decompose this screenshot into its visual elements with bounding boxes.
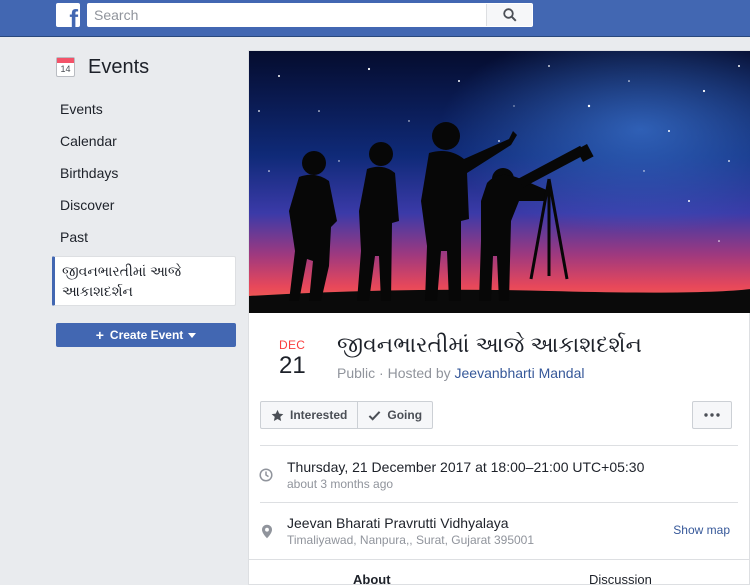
- divider: [260, 445, 738, 446]
- tab-about[interactable]: About: [353, 572, 391, 585]
- calendar-icon: 14: [56, 57, 75, 77]
- more-options-button[interactable]: [692, 401, 732, 429]
- facebook-logo-icon[interactable]: f: [56, 3, 80, 27]
- event-relative-time: about 3 months ago: [287, 477, 394, 491]
- sidebar-item-calendar[interactable]: Calendar: [50, 125, 240, 157]
- hosted-by-label: · Hosted by: [379, 365, 451, 381]
- sidebar-menu: Events Calendar Birthdays Discover Past: [50, 93, 240, 253]
- host-link[interactable]: Jeevanbharti Mandal: [455, 365, 585, 381]
- caret-down-icon: [188, 332, 197, 338]
- checkmark-icon: [369, 410, 381, 421]
- event-address: Timaliyawad, Nanpura,, Surat, Gujarat 39…: [287, 533, 535, 547]
- search-input[interactable]: [88, 4, 488, 26]
- map-pin-icon: [262, 524, 272, 539]
- search-icon: [502, 8, 517, 22]
- ellipsis-icon: [704, 413, 720, 417]
- event-cover-photo[interactable]: [249, 51, 750, 313]
- tab-discussion[interactable]: Discussion: [589, 572, 652, 585]
- sidebar-item-past[interactable]: Past: [50, 221, 240, 253]
- sidebar-title: Events: [88, 55, 150, 78]
- plus-icon: +: [95, 327, 104, 343]
- left-sidebar: 14 Events Events Calendar Birthdays Disc…: [50, 50, 240, 347]
- sidebar-item-discover[interactable]: Discover: [50, 189, 240, 221]
- sidebar-header: 14 Events: [50, 50, 240, 84]
- star-icon: [271, 409, 284, 421]
- rsvp-button-group: Interested Going: [260, 401, 434, 429]
- search-button[interactable]: [486, 4, 532, 26]
- sidebar-item-events[interactable]: Events: [50, 93, 240, 125]
- divider: [260, 502, 738, 503]
- create-event-button[interactable]: + Create Event: [56, 323, 236, 347]
- search-box: [87, 3, 533, 27]
- top-navigation-bar: f: [0, 0, 750, 37]
- event-date-month: DEC: [279, 338, 306, 352]
- sidebar-item-birthdays[interactable]: Birthdays: [50, 157, 240, 189]
- event-privacy: Public: [337, 365, 376, 381]
- event-subtitle: Public · Hosted by Jeevanbharti Mandal: [337, 365, 585, 381]
- tabs-divider: [249, 559, 750, 560]
- event-date-day: 21: [279, 352, 306, 379]
- event-venue[interactable]: Jeevan Bharati Pravrutti Vidhyalaya: [287, 515, 509, 531]
- interested-button[interactable]: Interested: [261, 402, 357, 428]
- event-card: DEC 21 જીવનભારતીમાં આજે આકાશદર્શન Public…: [248, 50, 750, 585]
- interested-label: Interested: [290, 408, 348, 422]
- going-button[interactable]: Going: [357, 402, 432, 428]
- going-label: Going: [387, 408, 423, 422]
- clock-icon: [259, 468, 273, 482]
- event-datetime[interactable]: Thursday, 21 December 2017 at 18:00–21:0…: [287, 459, 644, 475]
- show-map-link[interactable]: Show map: [673, 523, 730, 537]
- create-event-label: Create Event: [109, 328, 184, 342]
- event-title: જીવનભારતીમાં આજે આકાશદર્શન: [337, 332, 642, 357]
- sidebar-item-current-event[interactable]: જીવનભારતીમાં આજે આકાશદર્શન: [52, 256, 236, 306]
